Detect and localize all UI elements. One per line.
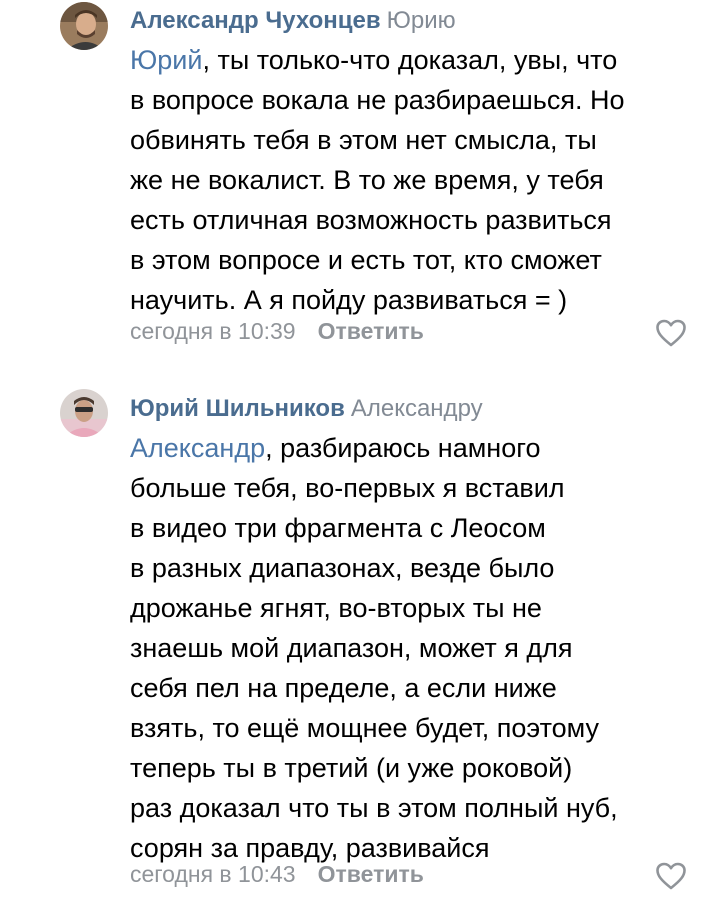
author-name[interactable]: Юрий Шильников — [130, 395, 345, 422]
text-line: Юрий, ты только-что доказал, увы, что — [130, 40, 700, 80]
reply-to-name[interactable]: Александру — [351, 395, 483, 422]
avatar[interactable] — [60, 389, 108, 437]
text-line: теперь ты в третий (и уже роковой) — [130, 753, 573, 783]
text-line: же не вокалист. В то же время, у тебя — [130, 165, 604, 195]
comment-header: Александр Чухонцев Юрию — [130, 6, 456, 36]
reply-button[interactable]: Ответить — [318, 318, 424, 344]
mention-link[interactable]: Александр — [130, 433, 265, 463]
text-line-content: , разбираюсь намного — [265, 433, 541, 463]
text-line: есть отличная возможность развиться — [130, 205, 612, 235]
comment-text: Юрий, ты только-что доказал, увы, что в … — [130, 40, 700, 320]
text-line: в вопросе вокала не разбираешься. Но — [130, 85, 625, 115]
comment-header: Юрий Шильников Александру — [130, 394, 483, 424]
text-line: в этом вопросе и есть тот, кто сможет — [130, 245, 602, 275]
text-line-content: , ты только-что доказал, увы, что — [202, 45, 618, 75]
text-line: обвинять тебя в этом нет смысла, ты — [130, 125, 597, 155]
timestamp: сегодня в 10:39 — [130, 318, 296, 344]
text-line: взять, то ещё мощнее будет, поэтому — [130, 713, 600, 743]
author-name[interactable]: Александр Чухонцев — [130, 7, 381, 34]
text-line: раз доказал что ты в этом полный нуб, — [130, 793, 618, 823]
text-line: себя пел на пределе, а если ниже — [130, 673, 557, 703]
text-line: Александр, разбираюсь намного — [130, 428, 700, 468]
comment-meta: сегодня в 10:43 Ответить — [130, 859, 424, 889]
comment-text: Александр, разбираюсь намного больше теб… — [130, 428, 700, 868]
mention-link[interactable]: Юрий — [130, 45, 202, 75]
comment-meta: сегодня в 10:39 Ответить — [130, 316, 424, 346]
text-line: знаешь мой диапазон, может я для — [130, 633, 573, 663]
text-line: дрожанье ягнят, во-вторых ты не — [130, 593, 542, 623]
text-line: научить. А я пойду развиваться = ) — [130, 285, 568, 315]
text-line: больше тебя, во-первых я вставил — [130, 473, 565, 503]
heart-outline-icon[interactable] — [655, 318, 687, 348]
reply-to-name[interactable]: Юрию — [387, 7, 456, 34]
avatar[interactable] — [60, 2, 108, 50]
text-line: в видео три фрагмента с Леосом — [130, 513, 546, 543]
reply-button[interactable]: Ответить — [318, 861, 424, 887]
timestamp: сегодня в 10:43 — [130, 861, 296, 887]
heart-outline-icon[interactable] — [655, 861, 687, 891]
text-line: в разных диапазонах, везде было — [130, 553, 555, 583]
avatar-photo-icon — [60, 389, 108, 437]
avatar-photo-icon — [60, 2, 108, 50]
